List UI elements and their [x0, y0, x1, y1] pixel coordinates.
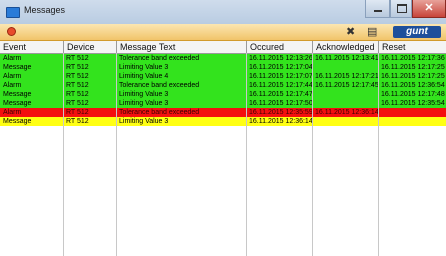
- table-row[interactable]: Message RT 512 Limiting Value 3 16.11.2015 …: [0, 90, 446, 99]
- cell-message-text: Tolerance band exceeded: [119, 82, 200, 89]
- cell-event: Alarm: [3, 73, 22, 80]
- header-message-text[interactable]: Message Text: [116, 41, 246, 53]
- header-reset[interactable]: Reset: [378, 41, 446, 53]
- column-divider: [378, 53, 379, 256]
- cell-reset: 16.11.2015 12:35:54: [381, 100, 445, 107]
- cell-acknowledged: 16.11.2015 12:13:41: [315, 55, 378, 62]
- column-divider: [116, 53, 117, 256]
- tools-icon[interactable]: ✖: [346, 25, 355, 38]
- header-acknowledged[interactable]: Acknowledged: [312, 41, 378, 53]
- cell-event: Alarm: [3, 82, 22, 89]
- cell-device: RT 512: [66, 73, 89, 80]
- cell-device: RT 512: [66, 109, 89, 116]
- cell-acknowledged: 16.11.2015 12:17:21: [315, 73, 378, 80]
- cell-reset: 16.11.2015 12:17:25: [381, 64, 445, 71]
- cell-event: Message: [3, 64, 32, 71]
- cell-occured: 16.11.2015 12:17:07: [249, 73, 312, 80]
- messages-table[interactable]: Event Device Message Text Occured Acknowledg…: [0, 41, 446, 256]
- table-row[interactable]: Alarm RT 512 Limiting Value 4 16.11.2015 12…: [0, 72, 446, 81]
- maximize-button[interactable]: [390, 0, 412, 18]
- cell-occured: 16.11.2015 12:35:59: [249, 109, 312, 116]
- cell-acknowledged: [312, 63, 378, 72]
- toolbar: ✖ ▤ gunt: [0, 24, 446, 41]
- window-app-icon: [6, 7, 20, 18]
- cell-message-text: Tolerance band exceeded: [119, 109, 200, 116]
- cell-acknowledged: [312, 117, 378, 126]
- cell-device: RT 512: [66, 82, 89, 89]
- column-divider: [246, 53, 247, 256]
- cell-occured: 16.11.2015 12:17:04: [249, 64, 312, 71]
- cell-message-text: Tolerance band exceeded: [119, 55, 200, 62]
- cell-reset: [378, 108, 446, 117]
- column-divider: [312, 53, 313, 256]
- cell-message-text: Limiting Value 3: [119, 118, 169, 125]
- table-row[interactable]: Message RT 512 Limiting Value 3 16.11.2015 …: [0, 99, 446, 108]
- cell-message-text: Limiting Value 4: [119, 73, 169, 80]
- table-row[interactable]: Message RT 512 Limiting Value 3 16.11.2015 …: [0, 63, 446, 72]
- header-device[interactable]: Device: [63, 41, 116, 53]
- cell-acknowledged: [312, 99, 378, 108]
- cell-event: Message: [3, 100, 32, 107]
- cell-device: RT 512: [66, 64, 89, 71]
- table-row[interactable]: Message RT 512 Limiting Value 3 16.11.2015 …: [0, 117, 446, 126]
- cell-reset: 16.11.2015 12:36:54: [381, 82, 445, 89]
- cell-acknowledged: 16.11.2015 12:36:14: [315, 109, 378, 116]
- cell-occured: 16.11.2015 12:17:50: [249, 100, 312, 107]
- cell-event: Message: [3, 91, 32, 98]
- cell-occured: 16.11.2015 12:17:47: [249, 91, 312, 98]
- cell-occured: 16.11.2015 12:13:26: [249, 55, 312, 62]
- minimize-button[interactable]: [365, 0, 390, 18]
- cell-acknowledged: [312, 90, 378, 99]
- cell-device: RT 512: [66, 100, 89, 107]
- cell-acknowledged: 16.11.2015 12:17:45: [315, 82, 378, 89]
- cell-occured: 16.11.2015 12:17:44: [249, 82, 312, 89]
- close-button[interactable]: ✕: [412, 0, 446, 18]
- close-icon: ✕: [424, 2, 434, 14]
- table-row[interactable]: Alarm RT 512 Tolerance band exceeded 16.11.…: [0, 81, 446, 90]
- column-divider: [63, 53, 64, 256]
- cell-message-text: Limiting Value 3: [119, 91, 169, 98]
- cell-event: Message: [3, 118, 32, 125]
- cell-occured: 16.11.2015 12:36:14: [249, 118, 312, 125]
- cell-message-text: Limiting Value 3: [119, 100, 169, 107]
- table-row[interactable]: Alarm RT 512 Tolerance band exceeded 16.11.…: [0, 54, 446, 63]
- cell-device: RT 512: [66, 118, 89, 125]
- cell-device: RT 512: [66, 55, 89, 62]
- cell-reset: 16.11.2015 12:17:25: [381, 73, 445, 80]
- cell-event: Alarm: [3, 109, 22, 116]
- window-titlebar[interactable]: Messages ✕: [0, 0, 446, 24]
- printer-icon[interactable]: ▤: [367, 25, 377, 38]
- table-row[interactable]: Alarm RT 512 Tolerance band exceeded 16.11.…: [0, 108, 446, 117]
- cell-device: RT 512: [66, 91, 89, 98]
- cell-reset: 16.11.2015 12:17:48: [381, 91, 445, 98]
- minimize-icon: [374, 10, 382, 12]
- cell-message-text: Limiting Value 3: [119, 64, 169, 71]
- cell-event: Alarm: [3, 55, 22, 62]
- cell-reset: 16.11.2015 12:17:36: [381, 55, 445, 62]
- maximize-icon: [397, 4, 407, 13]
- header-occured[interactable]: Occured: [246, 41, 312, 53]
- error-circle-icon[interactable]: [7, 27, 16, 36]
- cell-reset: [378, 117, 446, 126]
- window-title: Messages: [24, 5, 66, 15]
- table-header: Event Device Message Text Occured Acknowledg…: [0, 41, 446, 54]
- gunt-logo: gunt: [393, 26, 441, 38]
- header-event[interactable]: Event: [0, 41, 63, 53]
